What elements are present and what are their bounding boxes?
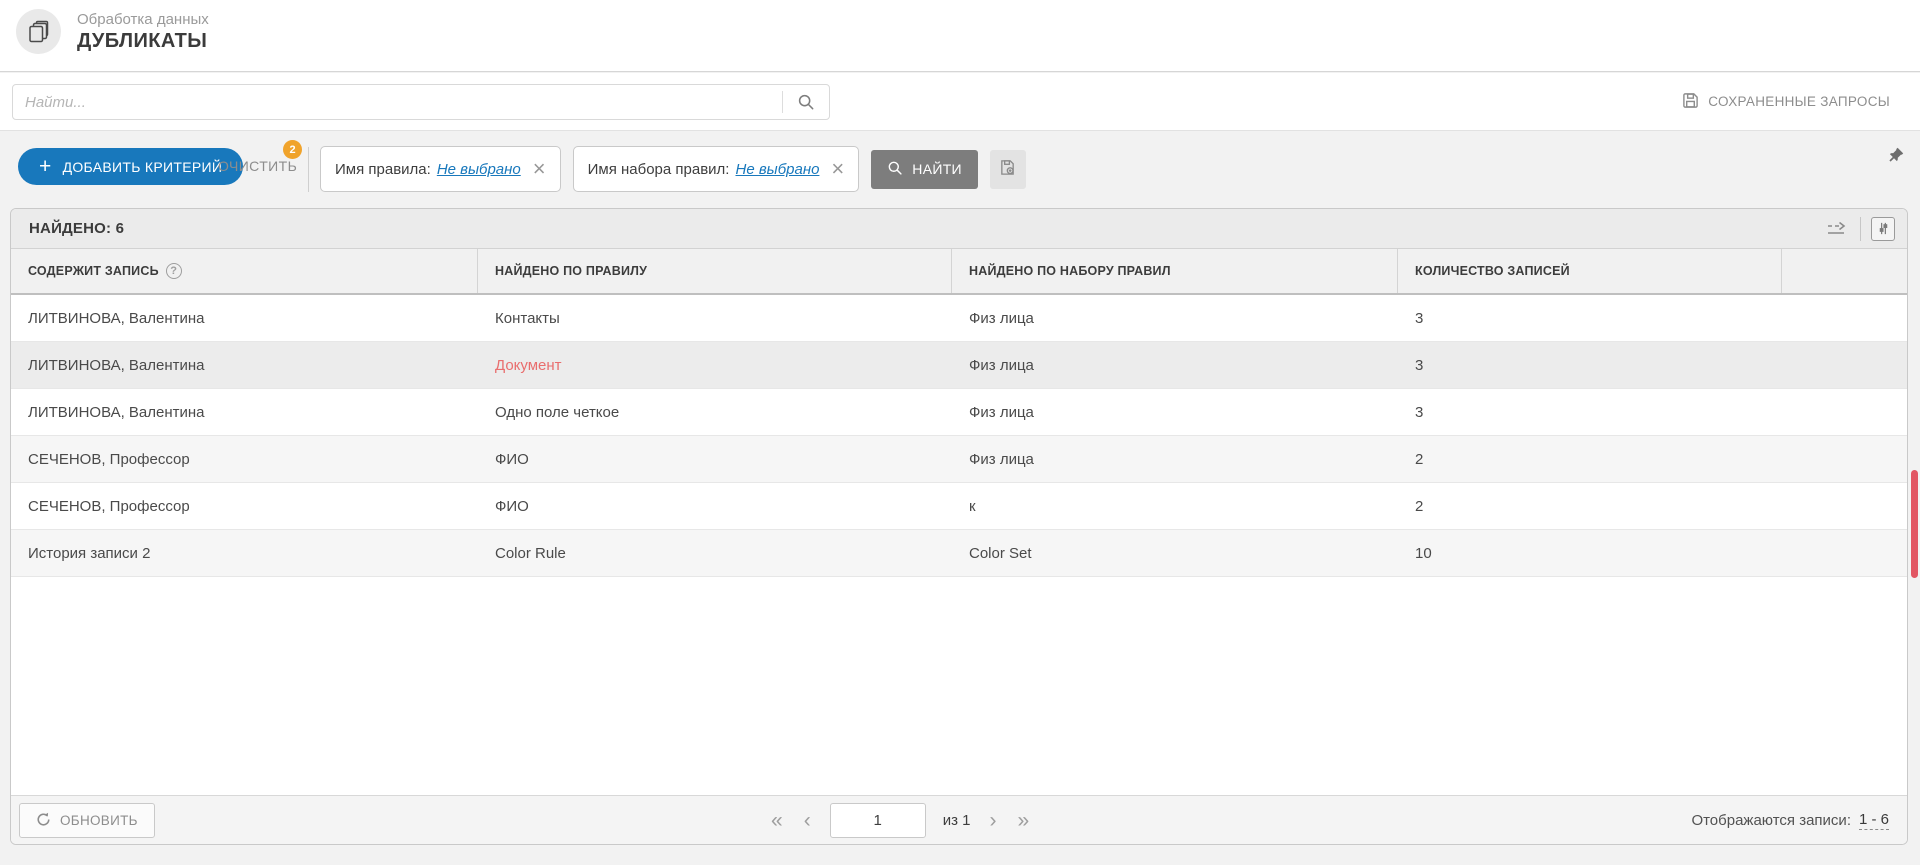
save-filter-button[interactable] [990, 150, 1026, 189]
cell-rule: ФИО [478, 451, 952, 468]
cell-record: История записи 2 [11, 545, 478, 562]
close-icon[interactable]: × [831, 158, 844, 180]
cell-count: 3 [1398, 310, 1782, 327]
column-header-ruleset[interactable]: НАЙДЕНО ПО НАБОРУ ПРАВИЛ [952, 249, 1398, 293]
chip-label: Имя правила: [335, 161, 431, 178]
page-title: ДУБЛИКАТЫ [77, 30, 207, 53]
column-settings-icon[interactable] [1871, 217, 1895, 241]
first-page-button[interactable]: « [769, 810, 785, 831]
table-body: ЛИТВИНОВА, ВалентинаКонтактыФиз лица3ЛИТ… [11, 295, 1907, 577]
cell-record: ЛИТВИНОВА, Валентина [11, 404, 478, 421]
column-header-label: КОЛИЧЕСТВО ЗАПИСЕЙ [1415, 264, 1570, 278]
column-header-spacer [1782, 249, 1907, 293]
results-footer-bar: ОБНОВИТЬ « ‹ из 1 › » Отображаются запис… [11, 795, 1907, 844]
column-header-record[interactable]: СОДЕРЖИТ ЗАПИСЬ ? [11, 249, 478, 293]
save-filter-icon [999, 159, 1016, 179]
cell-ruleset: Color Set [952, 545, 1398, 562]
criteria-chip-rule-name[interactable]: Имя правила: Не выбрано × [320, 146, 561, 192]
pin-icon[interactable] [1888, 147, 1904, 166]
divider [1860, 217, 1861, 241]
saved-queries-button[interactable]: СОХРАНЕННЫЕ ЗАПРОСЫ [1682, 73, 1890, 130]
criteria-count-badge: 2 [283, 140, 302, 159]
find-button[interactable]: НАЙТИ [871, 150, 978, 189]
cell-rule: Документ [478, 357, 952, 374]
find-button-label: НАЙТИ [912, 161, 962, 177]
vertical-scrollbar-thumb[interactable] [1911, 470, 1918, 578]
table-row[interactable]: СЕЧЕНОВ, ПрофессорФИОк2 [11, 483, 1907, 530]
cell-ruleset: Физ лица [952, 451, 1398, 468]
cell-count: 10 [1398, 545, 1782, 562]
criteria-chip-ruleset-name[interactable]: Имя набора правил: Не выбрано × [573, 146, 860, 192]
refresh-label: ОБНОВИТЬ [60, 813, 138, 828]
add-criteria-label: ДОБАВИТЬ КРИТЕРИЙ [63, 159, 223, 175]
cell-count: 3 [1398, 404, 1782, 421]
chip-value-link[interactable]: Не выбрано [437, 161, 521, 178]
refresh-icon [36, 812, 51, 830]
criteria-chips-row: Имя правила: Не выбрано × Имя набора пра… [320, 146, 1026, 192]
column-header-label: НАЙДЕНО ПО НАБОРУ ПРАВИЛ [969, 264, 1171, 278]
add-criteria-button[interactable]: + ДОБАВИТЬ КРИТЕРИЙ [18, 148, 243, 185]
help-icon[interactable]: ? [166, 263, 182, 279]
documents-stack-icon [16, 9, 61, 54]
column-header-label: СОДЕРЖИТ ЗАПИСЬ [28, 264, 159, 278]
search-icon[interactable] [783, 85, 829, 119]
found-count-label: НАЙДЕНО: 6 [29, 220, 124, 237]
page-number-input[interactable] [830, 803, 926, 838]
cell-rule: Контакты [478, 310, 952, 327]
search-icon [887, 160, 903, 179]
filter-criteria-panel: + ДОБАВИТЬ КРИТЕРИЙ ОЧИСТИТЬ 2 Имя прави… [0, 130, 1920, 208]
close-icon[interactable]: × [533, 158, 546, 180]
cell-ruleset: Физ лица [952, 310, 1398, 327]
breadcrumb-section: Обработка данных [77, 11, 209, 28]
table-row[interactable]: ЛИТВИНОВА, ВалентинаОдно поле четкоеФиз … [11, 389, 1907, 436]
scroll-mode-icon[interactable] [1826, 221, 1850, 237]
cell-count: 2 [1398, 451, 1782, 468]
cell-record: СЕЧЕНОВ, Профессор [11, 451, 478, 468]
pagination: « ‹ из 1 › » [769, 796, 1031, 845]
cell-ruleset: к [952, 498, 1398, 515]
divider [308, 147, 309, 192]
table-header-row: СОДЕРЖИТ ЗАПИСЬ ? НАЙДЕНО ПО ПРАВИЛУ НАЙ… [11, 249, 1907, 295]
cell-record: СЕЧЕНОВ, Профессор [11, 498, 478, 515]
plus-icon: + [39, 156, 52, 177]
saved-queries-label: СОХРАНЕННЫЕ ЗАПРОСЫ [1708, 94, 1890, 109]
table-row[interactable]: ЛИТВИНОВА, ВалентинаКонтактыФиз лица3 [11, 295, 1907, 342]
results-panel: НАЙДЕНО: 6 [10, 208, 1908, 845]
cell-record: ЛИТВИНОВА, Валентина [11, 357, 478, 374]
table-row[interactable]: СЕЧЕНОВ, ПрофессорФИОФиз лица2 [11, 436, 1907, 483]
table-row[interactable]: История записи 2Color RuleColor Set10 [11, 530, 1907, 577]
cell-count: 2 [1398, 498, 1782, 515]
refresh-button[interactable]: ОБНОВИТЬ [19, 803, 155, 838]
cell-ruleset: Физ лица [952, 357, 1398, 374]
cell-record: ЛИТВИНОВА, Валентина [11, 310, 478, 327]
cell-ruleset: Физ лица [952, 404, 1398, 421]
column-header-rule[interactable]: НАЙДЕНО ПО ПРАВИЛУ [478, 249, 952, 293]
showing-records: Отображаются записи: 1 - 6 [1691, 796, 1889, 845]
showing-range-link[interactable]: 1 - 6 [1859, 811, 1889, 830]
search-box [12, 84, 830, 120]
page-of-label: из 1 [943, 812, 971, 829]
showing-label: Отображаются записи: [1691, 812, 1851, 829]
chip-label: Имя набора правил: [588, 161, 730, 178]
column-header-label: НАЙДЕНО ПО ПРАВИЛУ [495, 264, 647, 278]
cell-count: 3 [1398, 357, 1782, 374]
chip-value-link[interactable]: Не выбрано [735, 161, 819, 178]
app-header: Обработка данных ДУБЛИКАТЫ [0, 0, 1920, 72]
table-row[interactable]: ЛИТВИНОВА, ВалентинаДокументФиз лица3 [11, 342, 1907, 389]
clear-criteria-button[interactable]: ОЧИСТИТЬ [218, 158, 297, 174]
cell-rule: Color Rule [478, 545, 952, 562]
results-header-icons [1826, 217, 1895, 241]
saved-queries-icon [1682, 92, 1699, 112]
next-page-button[interactable]: › [987, 810, 998, 831]
cell-rule: Одно поле четкое [478, 404, 952, 421]
search-row: СОХРАНЕННЫЕ ЗАПРОСЫ [0, 73, 1920, 130]
last-page-button[interactable]: » [1015, 810, 1031, 831]
results-header-bar: НАЙДЕНО: 6 [11, 209, 1907, 249]
cell-rule: ФИО [478, 498, 952, 515]
search-input[interactable] [13, 85, 782, 119]
column-header-count[interactable]: КОЛИЧЕСТВО ЗАПИСЕЙ [1398, 249, 1782, 293]
prev-page-button[interactable]: ‹ [802, 810, 813, 831]
